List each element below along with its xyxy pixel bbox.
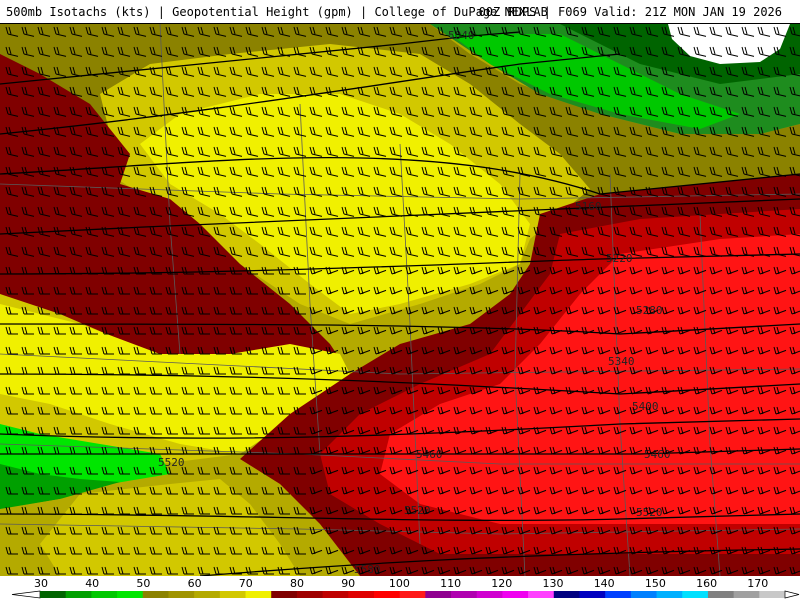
colorbar-swatch <box>630 591 658 598</box>
colorbar-swatch <box>682 591 709 598</box>
colorbar-tick-labels: 30 40 50 60 70 80 90 100 110 120 130 140 150 160 170 <box>34 577 768 590</box>
colorbar-tick-label: 90 <box>341 577 355 590</box>
colorbar-tick-label: 40 <box>85 577 99 590</box>
colorbar-swatch <box>91 591 118 598</box>
colorbar-tick-label: 80 <box>290 577 304 590</box>
colorbar-swatch <box>399 591 426 598</box>
colorbar-swatch <box>425 591 452 598</box>
colorbar-tick-label: 60 <box>188 577 202 590</box>
colorbar-max-arrow <box>784 590 800 599</box>
colorbar-tick-label: 120 <box>491 577 512 590</box>
colorbar-swatch <box>322 591 349 598</box>
colorbar-swatches <box>11 590 800 599</box>
colorbar-swatch <box>553 591 580 598</box>
colorbar-tick-label: 100 <box>389 577 410 590</box>
contour-label: 5400 <box>632 400 659 413</box>
colorbar-swatch <box>296 591 324 598</box>
colorbar-swatch <box>707 591 735 598</box>
isotach-map: 5040 5160 5220 5280 5340 5400 5460 5460 … <box>0 24 800 576</box>
colorbar-swatch <box>219 591 247 598</box>
contour-label: 5340 <box>608 355 635 368</box>
colorbar-tick-label: 150 <box>645 577 666 590</box>
colorbar-swatch <box>451 591 478 598</box>
isotach-colorbar: 30 40 50 60 70 80 90 100 110 120 130 140 150 160 170 <box>0 576 800 600</box>
contour-label: 5460 <box>644 448 671 461</box>
colorbar-tick-label: 170 <box>747 577 768 590</box>
colorbar-swatch <box>656 591 683 598</box>
colorbar-swatch <box>271 591 298 598</box>
colorbar-swatch <box>502 591 529 598</box>
colorbar-swatch <box>528 591 555 598</box>
map-title: 500mb Isotachs (kts) | Geopotential Heig… <box>6 5 548 19</box>
colorbar-swatch <box>348 591 375 598</box>
model-run-valid-time: 00Z RDPS | F069 Valid: 21Z MON JAN 19 20… <box>478 5 782 19</box>
colorbar-swatch <box>168 591 195 598</box>
colorbar-swatch <box>579 591 606 598</box>
colorbar-min-arrow <box>11 590 41 599</box>
colorbar-swatch <box>194 591 221 598</box>
colorbar-tick-label: 130 <box>543 577 564 590</box>
colorbar-tick-label: 30 <box>34 577 48 590</box>
colorbar-swatch <box>65 591 92 598</box>
colorbar-swatch <box>476 591 503 598</box>
colorbar-swatch <box>373 591 401 598</box>
colorbar-tick-label: 160 <box>696 577 717 590</box>
map-header: 500mb Isotachs (kts) | Geopotential Heig… <box>0 0 800 24</box>
contour-label: 5520 <box>158 456 185 469</box>
colorbar-tick-label: 50 <box>136 577 150 590</box>
colorbar-swatch <box>759 591 786 598</box>
colorbar-swatch <box>605 591 632 598</box>
contour-label: 5160 <box>575 200 602 213</box>
colorbar-swatch <box>245 591 272 598</box>
contour-label: 5280 <box>636 304 663 317</box>
colorbar-swatch <box>40 591 67 598</box>
colorbar-tick-label: 110 <box>440 577 461 590</box>
contour-label: 5220 <box>606 252 633 265</box>
colorbar-tick-label: 140 <box>594 577 615 590</box>
colorbar-swatch <box>142 591 169 598</box>
colorbar-swatch <box>733 591 760 598</box>
colorbar-tick-label: 70 <box>239 577 253 590</box>
colorbar-swatch <box>117 591 144 598</box>
